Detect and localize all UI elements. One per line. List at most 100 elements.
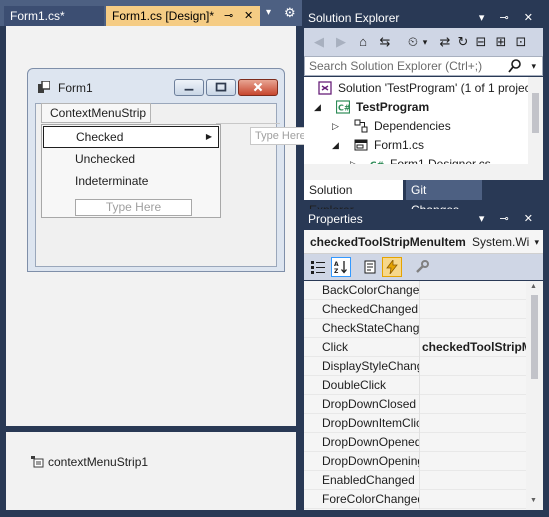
context-menu-strip-icon	[31, 456, 44, 468]
event-row[interactable]: CheckStateChanged	[304, 319, 526, 338]
chevron-down-icon[interactable]: ▾	[534, 230, 539, 254]
event-row[interactable]: DoubleClick	[304, 376, 526, 395]
gear-icon[interactable]: ⚙	[284, 5, 296, 21]
tab-form1-design[interactable]: Form1.cs [Design]* ⊸ ✕	[106, 6, 260, 26]
object-name: checkedToolStripMenuItem	[310, 235, 466, 249]
maximize-button[interactable]	[206, 79, 236, 96]
svg-text:C#: C#	[338, 104, 350, 113]
grid-divider	[419, 319, 420, 338]
menu-item-unchecked[interactable]: Unchecked	[43, 149, 219, 171]
context-menu: Checked ▶ Unchecked Indeterminate Type H…	[41, 124, 221, 218]
grid-divider	[419, 281, 420, 300]
event-row[interactable]: CheckedChanged	[304, 300, 526, 319]
panel-options-icons[interactable]: ▾ ⊸ ✕	[479, 209, 539, 229]
object-type: System.Wi	[472, 235, 530, 249]
solution-icon	[318, 81, 332, 95]
collapse-all-icon[interactable]: ⊟	[472, 33, 490, 51]
expanded-arrow-icon[interactable]: ◢	[332, 136, 339, 155]
categorized-icon	[311, 261, 325, 274]
menu-item-checked[interactable]: Checked ▶	[43, 126, 219, 148]
properties-scrollbar[interactable]: ▲ ▼	[526, 281, 543, 510]
event-row[interactable]: DropDownItemClicked	[304, 414, 526, 433]
menu-type-here[interactable]: Type Here	[75, 199, 192, 216]
menu-item-indeterminate[interactable]: Indeterminate	[43, 171, 219, 193]
event-name: ForeColorChanged	[322, 492, 419, 506]
switch-views-icon[interactable]: ⇆	[376, 33, 394, 51]
menu-item-unchecked-label: Unchecked	[75, 152, 136, 166]
context-menu-strip-header[interactable]: ContextMenuStrip	[41, 103, 151, 123]
grid-divider	[419, 471, 420, 490]
wrench-button[interactable]	[412, 257, 432, 277]
solution-explorer-scrollbar[interactable]	[528, 77, 543, 180]
forward-icon[interactable]: ▶	[332, 33, 350, 51]
show-all-files-icon[interactable]: ⊞	[492, 33, 510, 51]
event-name: CheckedChanged	[322, 302, 419, 316]
property-pages-button[interactable]	[360, 257, 380, 277]
scrollbar-thumb[interactable]	[532, 93, 539, 133]
event-row[interactable]: DisplayStyleChanged	[304, 357, 526, 376]
event-row[interactable]: ForeColorChanged	[304, 490, 526, 509]
scrollbar-thumb[interactable]	[531, 295, 538, 379]
tab-solution-explorer[interactable]: Solution Explorer	[304, 180, 403, 217]
event-name: DisplayStyleChanged	[322, 359, 419, 373]
tree-item-form1-label: Form1.cs	[374, 138, 425, 152]
tree-item-solution-label: Solution 'TestProgram' (1 of 1 project)	[338, 81, 528, 95]
design-surface[interactable]: Form1 ContextMenuStrip Type Here Checked…	[6, 26, 310, 426]
maximize-icon	[215, 82, 227, 92]
grid-divider	[419, 300, 420, 319]
refresh-icon[interactable]: ↻	[454, 33, 472, 51]
event-name: DoubleClick	[322, 378, 387, 392]
event-handler[interactable]: checkedToolStripMenuItem_Click	[422, 338, 526, 356]
dependencies-icon	[354, 119, 368, 133]
expanded-arrow-icon[interactable]: ◢	[314, 98, 321, 117]
scroll-down-icon[interactable]: ▼	[530, 497, 537, 504]
home-icon[interactable]: ⌂	[354, 33, 372, 51]
form-file-icon	[354, 139, 368, 151]
component-tray: contextMenuStrip1	[6, 432, 296, 510]
close-tab-icon[interactable]: ✕	[244, 6, 253, 26]
event-row[interactable]: EnabledChanged	[304, 471, 526, 490]
submenu-type-here[interactable]: Type Here	[250, 127, 310, 145]
properties-toolbar: A Z	[304, 254, 543, 280]
event-row[interactable]: DropDownClosed	[304, 395, 526, 414]
form-icon	[38, 81, 50, 93]
solution-explorer-tab-strip: Solution Explorer Git Changes	[304, 180, 543, 217]
properties-title: Properties	[308, 212, 363, 226]
back-icon[interactable]: ◀	[310, 33, 328, 51]
tab-form1-code[interactable]: Form1.cs*	[4, 6, 104, 26]
search-icon[interactable]	[508, 57, 522, 75]
event-row[interactable]: DropDownOpened	[304, 433, 526, 452]
properties-object-selector[interactable]: checkedToolStripMenuItem System.Wi ▾	[304, 230, 543, 254]
tab-overflow-icon[interactable]: ▾	[266, 7, 271, 18]
search-placeholder: Search Solution Explorer (Ctrl+;)	[309, 59, 483, 73]
scroll-up-icon[interactable]: ▲	[530, 283, 537, 290]
event-row-click[interactable]: Click checkedToolStripMenuItem_Click	[304, 338, 526, 357]
event-name: CheckStateChanged	[322, 321, 419, 335]
tray-item-context-menu-strip[interactable]: contextMenuStrip1	[30, 454, 148, 469]
document-tab-strip: Form1.cs* Form1.cs [Design]* ⊸ ✕ ▾ ⚙	[0, 0, 302, 26]
properties-icon[interactable]: ⊡	[512, 33, 530, 51]
history-dropdown-icon[interactable]: ▾	[420, 33, 430, 51]
form-client-area[interactable]: ContextMenuStrip Type Here Checked ▶ Unc…	[35, 103, 310, 267]
search-solution-explorer-input[interactable]: Search Solution Explorer (Ctrl+;) ▾	[304, 56, 543, 76]
grid-divider	[419, 490, 420, 509]
search-options-dropdown-icon[interactable]: ▾	[531, 57, 536, 75]
solution-explorer-hscrollbar[interactable]	[304, 164, 528, 180]
tree-item-dependencies-label: Dependencies	[374, 119, 451, 133]
event-row[interactable]: DropDownOpening	[304, 452, 526, 471]
panel-options-icons[interactable]: ▾ ⊸ ✕	[479, 8, 539, 28]
solution-explorer-title: Solution Explorer	[308, 11, 400, 25]
pin-tab-icon[interactable]: ⊸	[224, 6, 233, 26]
tree-item-project-label: TestProgram	[356, 100, 430, 114]
tab-git-changes[interactable]: Git Changes	[406, 180, 482, 217]
event-row[interactable]: BackColorChanged	[304, 281, 526, 300]
minimize-button[interactable]	[174, 79, 204, 96]
events-button[interactable]	[382, 257, 402, 277]
grid-divider	[419, 452, 420, 471]
sync-icon[interactable]: ⇄	[436, 33, 454, 51]
alphabetical-button[interactable]: A Z	[331, 257, 351, 277]
categorized-button[interactable]	[308, 257, 328, 277]
close-button[interactable]	[238, 79, 278, 96]
form-window[interactable]: Form1 ContextMenuStrip Type Here Checked…	[27, 68, 310, 272]
collapsed-arrow-icon[interactable]: ▷	[332, 117, 339, 136]
